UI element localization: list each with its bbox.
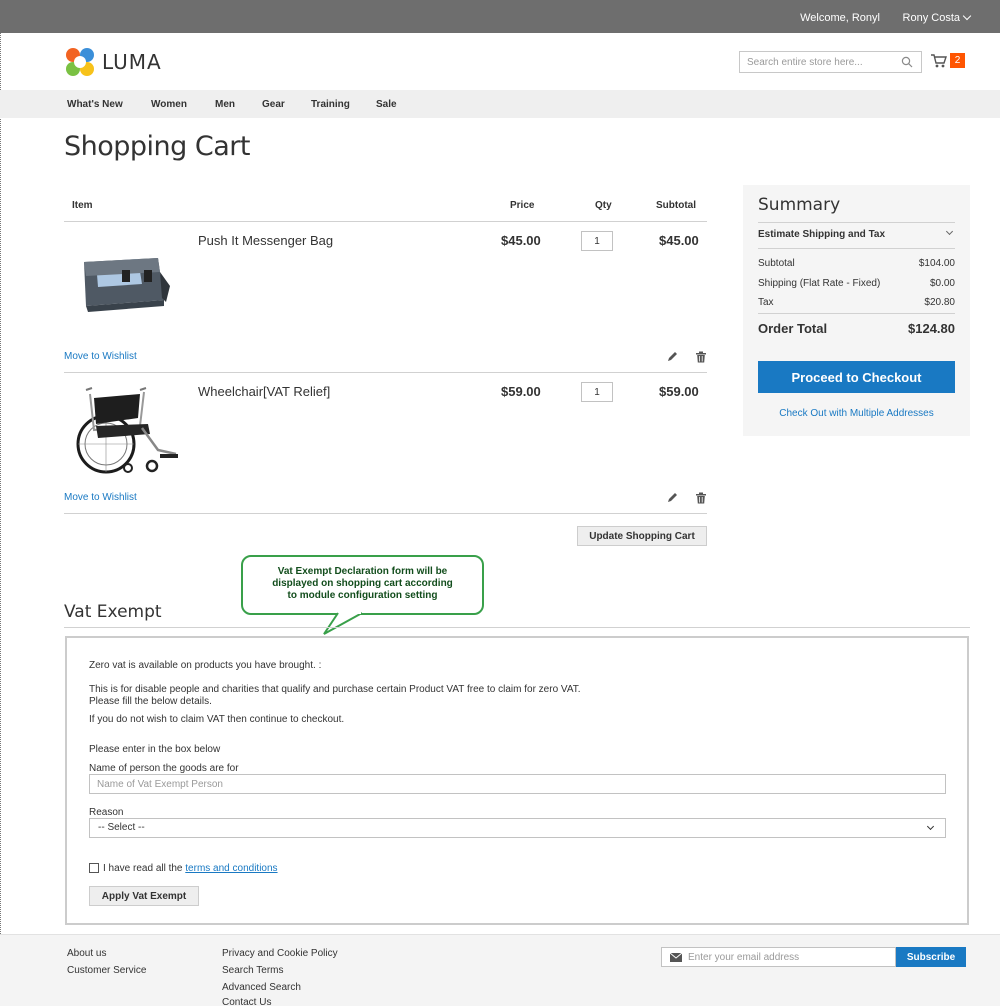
nav-item-women[interactable]: Women xyxy=(151,99,187,110)
cart-count-badge: 2 xyxy=(950,53,965,68)
account-name: Rony Costa xyxy=(902,12,960,24)
order-total: Order Total $124.80 xyxy=(758,321,955,336)
messenger-bag-image[interactable] xyxy=(78,256,170,316)
vat-exempt-name-input[interactable] xyxy=(89,774,946,794)
envelope-icon xyxy=(670,953,682,962)
terms-link[interactable]: terms and conditions xyxy=(185,863,277,874)
vat-info-text: Zero vat is available on products you ha… xyxy=(89,660,322,671)
callout-pointer xyxy=(323,612,363,635)
column-header-subtotal: Subtotal xyxy=(656,200,696,211)
vat-exempt-form: Zero vat is available on products you ha… xyxy=(65,636,969,925)
nav-item-training[interactable]: Training xyxy=(311,99,350,110)
cart-item-subtotal: $59.00 xyxy=(659,384,699,399)
top-bar: Welcome, Ronyl Rony Costa xyxy=(0,0,1000,33)
summary-divider xyxy=(758,248,955,249)
annotation-callout: Vat Exempt Declaration form will be disp… xyxy=(241,555,484,615)
trash-icon[interactable] xyxy=(695,492,707,504)
footer-link-contact[interactable]: Contact Us xyxy=(222,997,271,1006)
footer-link-customer-service[interactable]: Customer Service xyxy=(67,965,146,976)
summary-divider xyxy=(758,222,955,223)
chevron-down-icon xyxy=(926,822,935,831)
vat-title-divider xyxy=(64,627,970,628)
footer-link-privacy[interactable]: Privacy and Cookie Policy xyxy=(222,948,338,959)
move-to-wishlist-link[interactable]: Move to Wishlist xyxy=(64,351,137,362)
vat-info-text: If you do not wish to claim VAT then con… xyxy=(89,714,345,725)
table-header-divider xyxy=(64,221,707,222)
name-field-label: Name of person the goods are for xyxy=(89,763,239,774)
terms-label: I have read all the terms and conditions xyxy=(103,863,278,874)
account-menu[interactable]: Rony Costa xyxy=(902,11,972,24)
cart-item-name[interactable]: Push It Messenger Bag xyxy=(198,233,333,248)
summary-row-subtotal: Subtotal $104.00 xyxy=(758,258,955,269)
main-nav: What's New Women Men Gear Training Sale xyxy=(0,90,1000,118)
move-to-wishlist-link[interactable]: Move to Wishlist xyxy=(64,492,137,503)
column-header-item: Item xyxy=(72,200,93,211)
column-header-qty: Qty xyxy=(595,200,612,211)
cart-item-price: $45.00 xyxy=(501,233,541,248)
qty-input[interactable] xyxy=(581,382,613,402)
multiple-addresses-link[interactable]: Check Out with Multiple Addresses xyxy=(743,408,970,419)
page-footer: About us Customer Service Privacy and Co… xyxy=(0,934,1000,1006)
footer-link-about[interactable]: About us xyxy=(67,948,106,959)
reason-selected-value: -- Select -- xyxy=(98,822,145,833)
estimate-shipping-toggle[interactable]: Estimate Shipping and Tax xyxy=(758,229,885,240)
cart-item-name[interactable]: Wheelchair[VAT Relief] xyxy=(198,384,330,399)
reason-field-label: Reason xyxy=(89,807,124,818)
search-input[interactable] xyxy=(740,52,890,72)
cart-summary: Summary Estimate Shipping and Tax Subtot… xyxy=(743,185,970,436)
reason-select[interactable]: -- Select -- xyxy=(89,818,946,838)
column-header-price: Price xyxy=(510,200,535,211)
search-box xyxy=(739,51,922,73)
newsletter-email-input[interactable] xyxy=(688,948,888,966)
trash-icon[interactable] xyxy=(695,351,707,363)
apply-vat-exempt-button[interactable]: Apply Vat Exempt xyxy=(89,886,199,906)
callout-line: Vat Exempt Declaration form will be xyxy=(277,566,448,577)
vat-info-text: Please fill the below details. xyxy=(89,696,212,707)
footer-link-search-terms[interactable]: Search Terms xyxy=(222,965,284,976)
cart-item-subtotal: $45.00 xyxy=(659,233,699,248)
logo-text: LUMA xyxy=(102,50,162,74)
vat-info-text: Please enter in the box below xyxy=(89,744,221,755)
item-divider xyxy=(64,513,707,514)
edit-icon[interactable] xyxy=(666,492,678,504)
wheelchair-image[interactable] xyxy=(66,384,182,476)
page-title: Shopping Cart xyxy=(64,131,250,162)
summary-title: Summary xyxy=(758,195,841,215)
chevron-down-icon xyxy=(962,11,972,21)
welcome-message: Welcome, Ronyl xyxy=(800,12,880,24)
subscribe-button[interactable]: Subscribe xyxy=(896,947,966,967)
qty-input[interactable] xyxy=(581,231,613,251)
nav-item-sale[interactable]: Sale xyxy=(376,99,397,110)
vat-exempt-title: Vat Exempt xyxy=(64,602,162,622)
update-cart-button[interactable]: Update Shopping Cart xyxy=(577,526,707,546)
footer-link-advanced-search[interactable]: Advanced Search xyxy=(222,982,301,993)
summary-divider xyxy=(758,313,955,314)
search-icon[interactable] xyxy=(901,56,913,68)
summary-row-shipping: Shipping (Flat Rate - Fixed) $0.00 xyxy=(758,278,955,289)
cart-icon xyxy=(931,54,947,68)
minicart-button[interactable]: 2 xyxy=(930,51,970,71)
luma-logo-icon xyxy=(66,48,94,76)
chevron-down-icon[interactable] xyxy=(945,227,954,236)
newsletter-box xyxy=(661,947,896,967)
nav-item-whats-new[interactable]: What's New xyxy=(67,99,123,110)
terms-checkbox[interactable] xyxy=(89,863,99,873)
cart-item-price: $59.00 xyxy=(501,384,541,399)
callout-line: displayed on shopping cart according xyxy=(272,578,453,589)
item-divider xyxy=(64,372,707,373)
proceed-to-checkout-button[interactable]: Proceed to Checkout xyxy=(758,361,955,393)
vat-info-text: This is for disable people and charities… xyxy=(89,684,581,695)
edit-icon[interactable] xyxy=(666,351,678,363)
summary-row-tax: Tax $20.80 xyxy=(758,297,955,308)
callout-line: to module configuration setting xyxy=(287,590,438,601)
nav-item-men[interactable]: Men xyxy=(215,99,235,110)
store-logo[interactable]: LUMA xyxy=(66,48,162,76)
nav-item-gear[interactable]: Gear xyxy=(262,99,285,110)
